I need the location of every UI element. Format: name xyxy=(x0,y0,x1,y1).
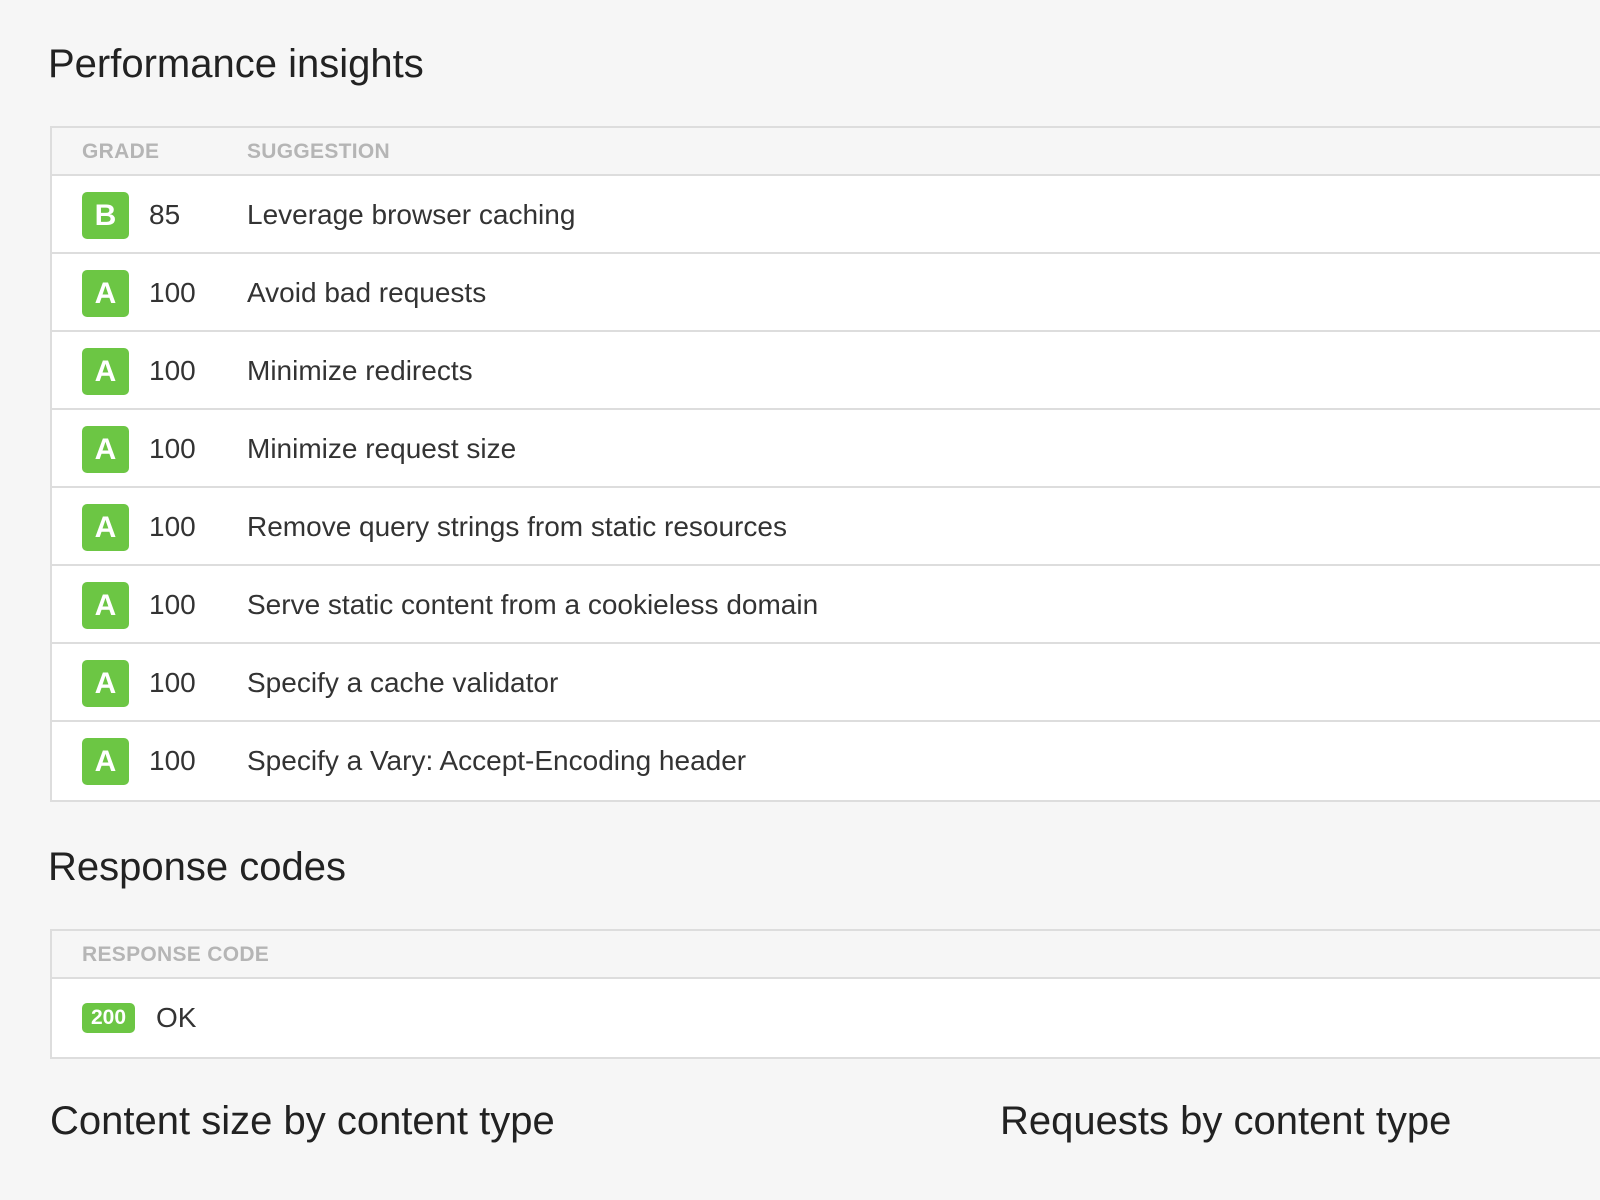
grade-badge: A xyxy=(82,660,129,707)
table-row[interactable]: B 85 Leverage browser caching xyxy=(52,176,1600,254)
suggestion-text: Minimize request size xyxy=(247,433,517,464)
table-header: GRADE SUGGESTION xyxy=(52,128,1600,176)
response-code-text: OK xyxy=(156,1002,197,1033)
performance-insights-title: Performance insights xyxy=(48,42,424,86)
suggestion-text: Specify a cache validator xyxy=(247,667,559,698)
grade-score: 85 xyxy=(149,199,181,230)
table-body: 200 OK xyxy=(52,979,1600,1057)
suggestion-text: Minimize redirects xyxy=(247,355,473,386)
suggestion-column-header: SUGGESTION xyxy=(247,140,391,163)
suggestion-text: Remove query strings from static resourc… xyxy=(247,511,787,542)
content-size-title: Content size by content type xyxy=(50,1099,555,1143)
suggestion-text: Serve static content from a cookieless d… xyxy=(247,589,819,620)
grade-badge: A xyxy=(82,738,129,785)
performance-insights-table: GRADE SUGGESTION B 85 Leverage browser c… xyxy=(50,126,1600,802)
table-row[interactable]: A 100 Specify a cache validator xyxy=(52,644,1600,722)
grade-badge: A xyxy=(82,426,129,473)
response-codes-title: Response codes xyxy=(48,845,346,889)
table-row[interactable]: A 100 Specify a Vary: Accept-Encoding he… xyxy=(52,722,1600,800)
table-row[interactable]: A 100 Avoid bad requests xyxy=(52,254,1600,332)
grade-score: 100 xyxy=(149,745,196,776)
response-codes-table: RESPONSE CODE 200 OK xyxy=(50,929,1600,1059)
requests-by-type-title: Requests by content type xyxy=(1000,1099,1452,1143)
grade-score: 100 xyxy=(149,355,196,386)
response-code-column-header: RESPONSE CODE xyxy=(82,943,270,966)
suggestion-text: Avoid bad requests xyxy=(247,277,487,308)
grade-column-header: GRADE xyxy=(82,140,160,163)
table-body: B 85 Leverage browser caching A 100 Avoi… xyxy=(52,176,1600,800)
suggestion-text: Leverage browser caching xyxy=(247,199,576,230)
table-row[interactable]: 200 OK xyxy=(52,979,1600,1057)
grade-score: 100 xyxy=(149,511,196,542)
grade-score: 100 xyxy=(149,277,196,308)
grade-badge: A xyxy=(82,348,129,395)
table-row[interactable]: A 100 Serve static content from a cookie… xyxy=(52,566,1600,644)
table-row[interactable]: A 100 Remove query strings from static r… xyxy=(52,488,1600,566)
grade-score: 100 xyxy=(149,589,196,620)
grade-badge: A xyxy=(82,582,129,629)
table-row[interactable]: A 100 Minimize request size xyxy=(52,410,1600,488)
suggestion-text: Specify a Vary: Accept-Encoding header xyxy=(247,745,747,776)
grade-score: 100 xyxy=(149,433,196,464)
status-badge: 200 xyxy=(82,1003,136,1033)
grade-score: 100 xyxy=(149,667,196,698)
table-row[interactable]: A 100 Minimize redirects xyxy=(52,332,1600,410)
grade-badge: A xyxy=(82,504,129,551)
table-header: RESPONSE CODE xyxy=(52,931,1600,979)
grade-badge: A xyxy=(82,270,129,317)
grade-badge: B xyxy=(82,192,129,239)
page: { "colors": { "badge_green": "#6cc644", … xyxy=(0,0,1600,1200)
